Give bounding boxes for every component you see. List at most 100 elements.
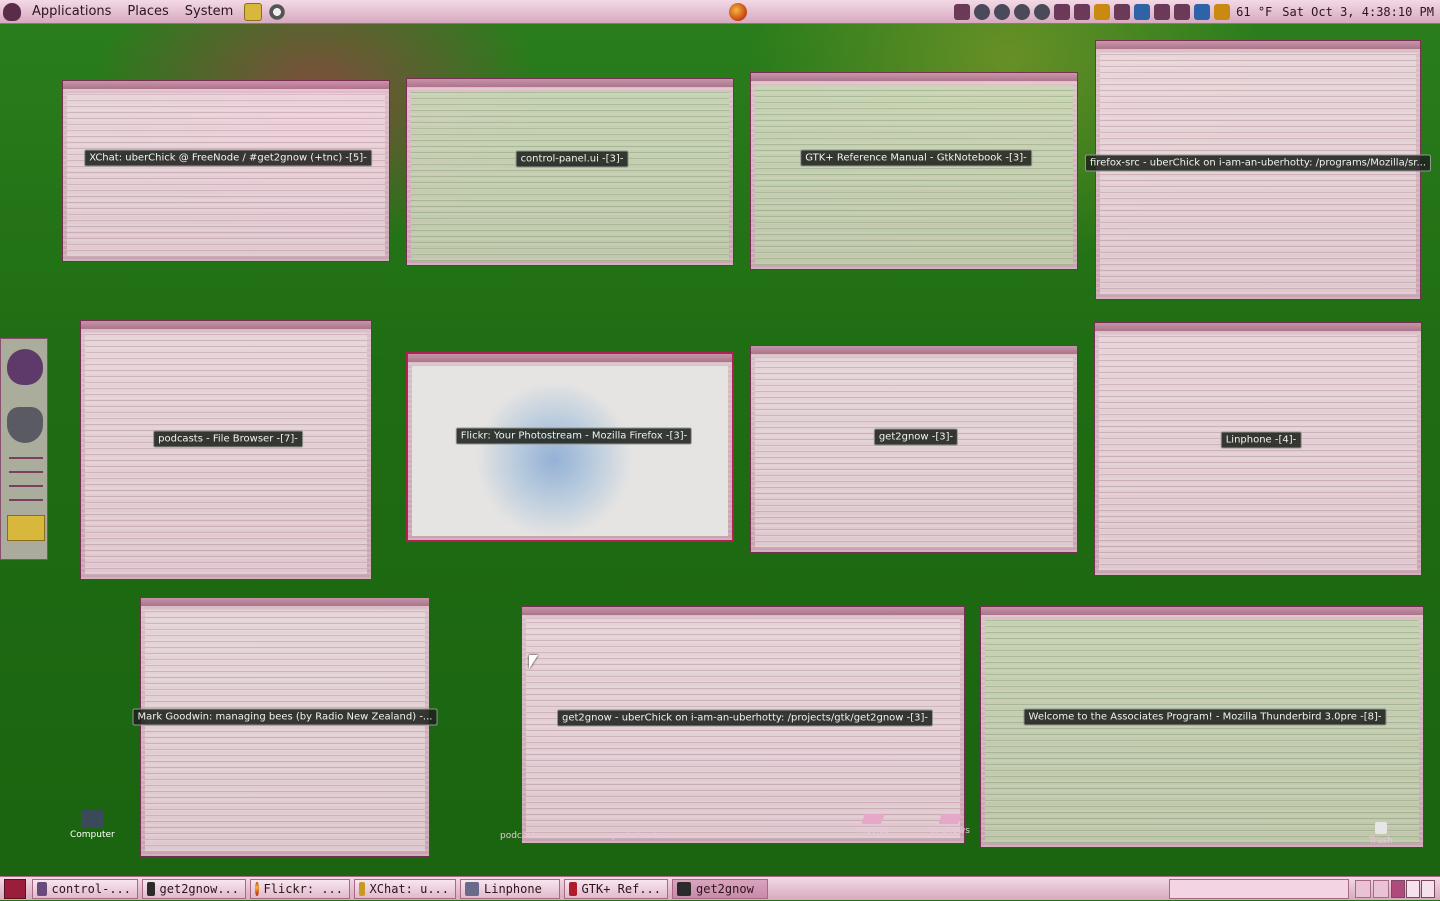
desktop-icon-label: Trash <box>1369 836 1393 846</box>
task-get2gnow[interactable]: get2gnow <box>672 878 768 899</box>
window-label: XChat: uberChick @ FreeNode / #get2gnow … <box>84 149 372 167</box>
xchat-tray-icon[interactable] <box>1094 4 1111 20</box>
folder-icon <box>861 814 885 824</box>
top-panel: Applications Places System 61 °F Sat Oct… <box>0 0 1440 24</box>
panel-search-field[interactable] <box>1169 879 1349 899</box>
settings-icon[interactable] <box>1114 4 1131 20</box>
window-titlebar <box>408 354 732 362</box>
desktop-icon-label: podcasts <box>500 831 541 841</box>
mouse-cursor <box>529 655 538 669</box>
window-titlebar <box>81 321 371 329</box>
window-label: get2gnow -[3]- <box>873 428 959 446</box>
window-label: Linphone -[4]- <box>1220 431 1302 449</box>
window-label: GTK+ Reference Manual - GtkNotebook -[3]… <box>800 149 1032 167</box>
media-play-icon[interactable] <box>974 4 991 20</box>
task-label: XChat: u... <box>369 881 449 896</box>
desktop-icon-trash[interactable]: Trash <box>1366 822 1396 846</box>
dropbox-icon[interactable] <box>1134 4 1151 20</box>
battery-icon[interactable] <box>1174 4 1191 20</box>
firefox-icon <box>255 881 259 896</box>
window-content <box>411 91 729 261</box>
window-titlebar <box>522 607 964 615</box>
panel-dot-button[interactable] <box>1355 880 1371 898</box>
panel-arrow-button[interactable] <box>1373 880 1389 898</box>
system-tray: 61 °F Sat Oct 3, 4:38:10 PM <box>952 0 1440 24</box>
network-icon[interactable] <box>1054 4 1071 20</box>
window-rhythmbox[interactable]: Mark Goodwin: managing bees (by Radio Ne… <box>132 597 438 857</box>
window-titlebar <box>1095 323 1421 331</box>
dock-separator <box>9 471 43 473</box>
task-label: GTK+ Ref... <box>581 881 661 896</box>
task-xchat[interactable]: XChat: u... <box>354 878 456 899</box>
task-linphone[interactable]: Linphone <box>460 878 560 899</box>
window-titlebar <box>981 607 1423 615</box>
window-firefox-src[interactable]: firefox-src - uberChick on i-am-an-uberh… <box>1084 40 1432 300</box>
window-titlebar <box>63 81 389 89</box>
task-control-panel[interactable]: control-... <box>32 878 138 899</box>
clipboard-icon[interactable] <box>954 4 971 20</box>
desktop-icon-label: movies <box>856 826 890 836</box>
window-titlebar <box>1096 41 1420 49</box>
window-content <box>1099 335 1417 571</box>
window-content <box>67 93 385 257</box>
media-previous-icon[interactable] <box>1014 4 1031 20</box>
main-menu: Applications Places System <box>24 0 241 24</box>
task-get2gnow-terminal[interactable]: get2gnow... <box>142 878 246 899</box>
window-gtk-manual[interactable]: GTK+ Reference Manual - GtkNotebook -[3]… <box>750 72 1078 270</box>
window-linphone[interactable]: Linphone -[4]- <box>1094 322 1422 576</box>
folder-icon[interactable] <box>7 515 45 541</box>
window-terminal[interactable]: get2gnow - uberChick on i-am-an-uberhott… <box>521 606 965 844</box>
task-label: get2gnow... <box>159 881 239 896</box>
bottom-panel-right <box>1169 877 1440 901</box>
menu-places[interactable]: Places <box>119 4 176 19</box>
desktop-icon-podcasts[interactable]: podcasts <box>500 831 540 841</box>
window-content <box>755 358 1073 548</box>
clock[interactable]: Sat Oct 3, 4:38:10 PM <box>1282 5 1434 19</box>
workspace-1[interactable] <box>1391 880 1405 898</box>
desktop-icon-computer[interactable]: Computer <box>70 810 115 840</box>
gear-launcher-icon[interactable] <box>268 2 287 21</box>
desktop-icon-podiobooks[interactable]: podiobooks <box>612 831 664 841</box>
heart-icon[interactable] <box>7 407 43 443</box>
window-content <box>1100 53 1416 295</box>
desktop-icon-tv-shows[interactable]: tv-shows <box>930 814 970 836</box>
linphone-icon <box>465 881 479 896</box>
notes-icon[interactable] <box>1074 4 1091 20</box>
folder-launcher-icon[interactable] <box>244 2 263 21</box>
media-pause-icon[interactable] <box>994 4 1011 20</box>
show-desktop-button[interactable] <box>4 878 26 899</box>
window-content <box>145 610 425 852</box>
weather-icon[interactable] <box>1214 4 1231 20</box>
menu-applications[interactable]: Applications <box>24 4 119 19</box>
window-thunderbird[interactable]: Welcome to the Associates Program! - Moz… <box>980 606 1424 848</box>
printer-icon[interactable] <box>1154 4 1171 20</box>
window-label: Welcome to the Associates Program! - Moz… <box>1023 708 1387 726</box>
window-content <box>526 619 960 839</box>
workspace-3[interactable] <box>1421 880 1435 898</box>
gnome-foot-icon[interactable] <box>3 2 21 21</box>
window-content <box>85 333 367 575</box>
window-control-panel[interactable]: control-panel.ui -[3]- <box>406 78 734 266</box>
window-podcasts[interactable]: podcasts - File Browser -[7]- <box>80 320 372 580</box>
weather-temperature[interactable]: 61 °F <box>1236 5 1272 19</box>
task-gtk-manual[interactable]: GTK+ Ref... <box>564 878 668 899</box>
desktop-icon-movies[interactable]: movies <box>856 814 890 836</box>
menu-system[interactable]: System <box>177 4 241 19</box>
dock-separator <box>9 485 43 487</box>
window-get2gnow-app[interactable]: get2gnow -[3]- <box>750 345 1078 553</box>
bluetooth-icon[interactable] <box>1194 4 1211 20</box>
window-xchat[interactable]: XChat: uberChick @ FreeNode / #get2gnow … <box>62 80 390 262</box>
firefox-launcher-icon[interactable] <box>729 3 747 21</box>
workspace-2[interactable] <box>1406 880 1420 898</box>
xchat-icon <box>359 881 365 896</box>
task-flickr[interactable]: Flickr: ... <box>250 878 350 899</box>
window-label: Mark Goodwin: managing bees (by Radio Ne… <box>132 708 438 726</box>
workspace-switcher[interactable] <box>1391 880 1436 898</box>
task-label: control-... <box>51 881 131 896</box>
gnome-foot-icon[interactable] <box>7 349 43 385</box>
media-next-icon[interactable] <box>1034 4 1051 20</box>
window-titlebar <box>751 346 1077 354</box>
computer-icon <box>81 810 103 828</box>
window-label: control-panel.ui -[3]- <box>515 150 629 168</box>
window-flickr[interactable]: Flickr: Your Photostream - Mozilla Firef… <box>406 352 734 542</box>
